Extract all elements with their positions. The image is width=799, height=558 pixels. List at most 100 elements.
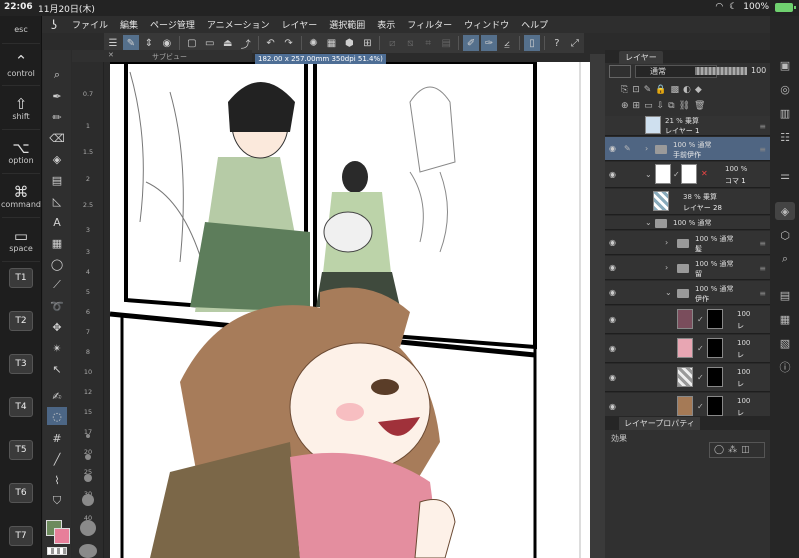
crop-icon[interactable]: ⌗ [420, 35, 436, 51]
auto-select-icon[interactable]: ✴ [47, 339, 67, 357]
stabilizer-icon[interactable]: ✐ [463, 35, 480, 51]
device-icon[interactable]: ▯ [523, 35, 540, 51]
pencil-icon[interactable]: ✏ [47, 108, 67, 126]
layer-menu-icon[interactable]: ≡ [759, 122, 766, 131]
brush-size-label[interactable]: 12 [79, 388, 97, 396]
chevron-right-icon[interactable]: › [645, 144, 648, 153]
layer-menu-icon[interactable]: ≡ [759, 289, 766, 298]
layer-row[interactable]: ◉ ✓ 100 レ [605, 306, 770, 334]
color-icon[interactable]: ◆ [695, 85, 702, 95]
menu-layer[interactable]: レイヤー [276, 18, 324, 31]
layer-menu-icon[interactable]: ≡ [759, 145, 766, 154]
blend-swatch[interactable] [609, 65, 631, 78]
layer-menu-icon[interactable]: ≡ [759, 264, 766, 273]
layer-row[interactable]: ⌄ 100 % 通常 [605, 216, 770, 230]
object-select-icon[interactable]: ↖ [47, 360, 67, 378]
fill-icon[interactable]: ⬢ [341, 35, 357, 51]
delete-icon[interactable]: 🗑 [694, 101, 705, 111]
gradient-icon[interactable]: ▤ [47, 171, 67, 189]
chevron-down-icon[interactable]: ⌄ [645, 218, 652, 227]
pen-icon[interactable]: ✒ [47, 87, 67, 105]
export-icon[interactable]: ⤴ [238, 35, 254, 51]
sub-color-swatch[interactable] [54, 528, 70, 544]
undo-icon[interactable]: ↶ [263, 35, 279, 51]
brush-size-label[interactable]: 3 [79, 248, 97, 256]
t1-key[interactable]: T1 [9, 268, 33, 288]
eye-icon[interactable]: ◉ [609, 170, 616, 179]
brush-size-label[interactable]: 8 [79, 348, 97, 356]
fullscreen-icon[interactable]: ⤢ [567, 35, 583, 51]
clip-icon[interactable]: ⎘ [621, 85, 628, 95]
brush-size-label[interactable]: 7 [79, 328, 97, 336]
figure-icon[interactable]: ◺ [47, 192, 67, 210]
menu-selection[interactable]: 選択範囲 [323, 18, 371, 31]
eye-icon[interactable]: ◉ [609, 238, 616, 247]
deselect-icon[interactable]: ⧄ [384, 35, 400, 51]
brush-dot[interactable] [84, 474, 92, 482]
eye-icon[interactable]: ◉ [609, 288, 616, 297]
page-icon[interactable]: ▤ [775, 286, 795, 304]
brush-dot[interactable] [82, 494, 94, 506]
grid-icon[interactable]: # [47, 429, 67, 447]
t4-key[interactable]: T4 [9, 397, 33, 417]
layer-row[interactable]: ◉ ✓ 100 レ [605, 364, 770, 392]
help-icon[interactable]: ? [549, 35, 565, 51]
brush-dot[interactable] [86, 434, 90, 438]
info-icon[interactable]: ⓘ [775, 358, 795, 376]
new-file-icon[interactable]: ▢ [184, 35, 200, 51]
invert-selection-icon[interactable]: ⧅ [402, 35, 418, 51]
layer-menu-icon[interactable]: ≡ [759, 239, 766, 248]
sliders-icon[interactable]: ⚌ [775, 166, 795, 184]
ruler-snap-icon[interactable]: ✑ [481, 35, 498, 51]
record-icon[interactable]: ◉ [159, 35, 175, 51]
chevron-right-icon[interactable]: › [665, 263, 668, 272]
layer-row[interactable]: ◉ ✓ 100 レ [605, 335, 770, 363]
brush-size-label[interactable]: 4 [79, 268, 97, 276]
brush-dot[interactable] [80, 520, 96, 536]
mask-icon[interactable]: ◐ [683, 85, 691, 95]
open-folder-icon[interactable]: ▭ [202, 35, 218, 51]
loading-icon[interactable]: ✺ [306, 35, 322, 51]
eye-icon[interactable]: ◉ [609, 263, 616, 272]
merge-icon[interactable]: ⇩ [657, 101, 665, 111]
t2-key[interactable]: T2 [9, 311, 33, 331]
chevron-right-icon[interactable]: › [665, 238, 668, 247]
dropper-icon[interactable]: ⌇ [47, 471, 67, 489]
tone-effect-icon[interactable]: ⁂ [728, 445, 737, 455]
shift-key[interactable]: ⇧ shift [2, 88, 40, 130]
brush-size-label[interactable]: 6 [79, 308, 97, 316]
move-icon[interactable]: ✥ [47, 318, 67, 336]
layer-row-selected[interactable]: ◉ ✎ › 100 % 通常 手前伊作 ≡ [605, 137, 770, 161]
menu-window[interactable]: ウィンドウ [458, 18, 515, 31]
t5-key[interactable]: T5 [9, 440, 33, 460]
marker-icon[interactable]: ╱ [47, 450, 67, 468]
ink-pen-icon[interactable]: ✍ [47, 387, 67, 405]
duplicate-icon[interactable]: ⧉ [668, 101, 674, 111]
new-folder-icon[interactable]: ▭ [644, 101, 653, 111]
esc-key[interactable]: esc [2, 16, 40, 44]
t7-key[interactable]: T7 [9, 526, 33, 546]
eraser-icon[interactable]: ⌫ [47, 129, 67, 147]
animation-icon[interactable]: ▦ [775, 310, 795, 328]
lasso-icon[interactable]: ➰ [47, 297, 67, 315]
layer-tab[interactable]: レイヤー [619, 51, 663, 64]
eye-icon[interactable]: ◉ [609, 344, 616, 353]
snap-icon[interactable]: ⦤ [499, 35, 515, 51]
material-icon[interactable]: ⬡ [775, 226, 795, 244]
brush-size-label[interactable]: 15 [79, 408, 97, 416]
transform-icon[interactable]: ⊞ [359, 35, 375, 51]
color-wheel-icon[interactable]: ◎ [775, 80, 795, 98]
brush-dot[interactable] [79, 544, 97, 558]
space-key[interactable]: ▭ space [2, 220, 40, 262]
menu-page[interactable]: ページ管理 [144, 18, 201, 31]
selection-launcher-icon[interactable]: ▤ [438, 35, 454, 51]
eye-icon[interactable]: ◉ [609, 373, 616, 382]
reference-icon[interactable]: ⊡ [632, 85, 640, 95]
redo-icon[interactable]: ↷ [281, 35, 297, 51]
chevron-down-icon[interactable]: ⌄ [645, 170, 652, 179]
menu-view[interactable]: 表示 [371, 18, 401, 31]
layer-row[interactable]: 21 % 乗算 レイヤー 1 ≡ [605, 116, 770, 136]
menu-icon[interactable]: ☰ [105, 35, 121, 51]
text-icon[interactable]: A [47, 213, 67, 231]
search-layer-icon[interactable]: ⌕ [775, 250, 795, 268]
